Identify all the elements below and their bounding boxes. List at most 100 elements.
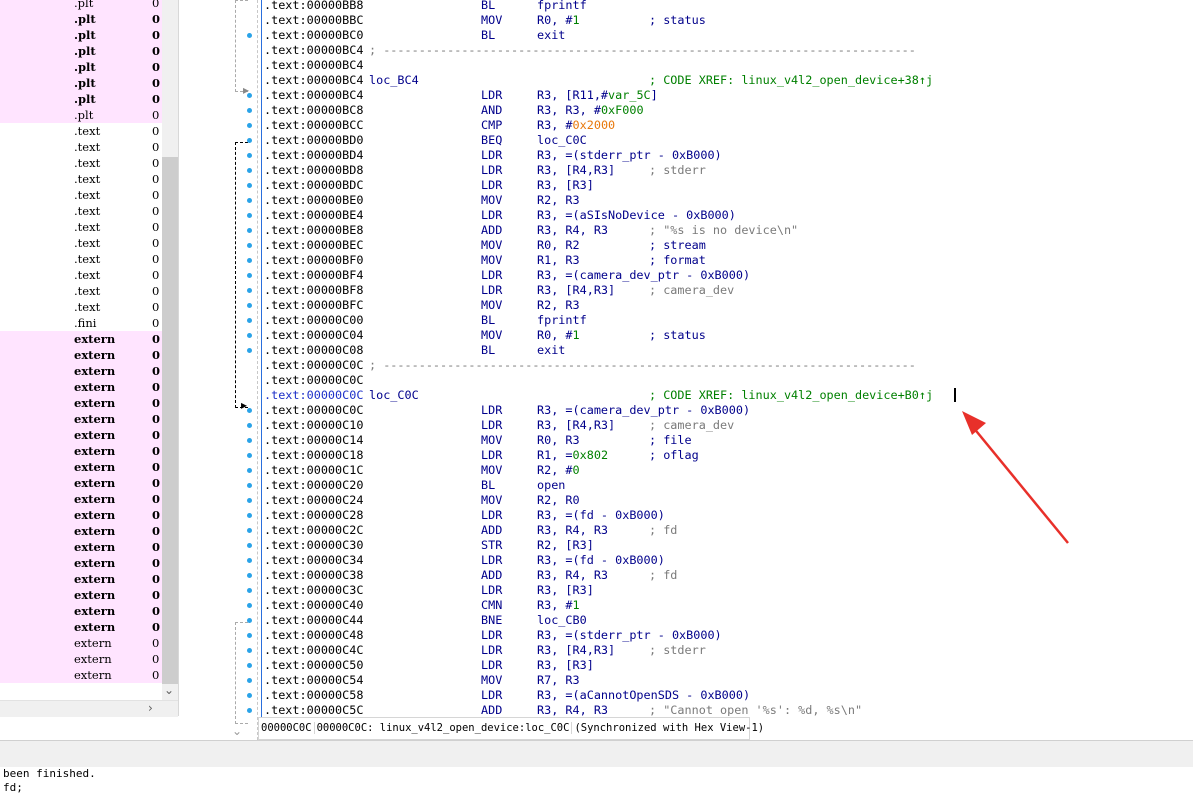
operands[interactable]: R3, #0x2000 (537, 118, 615, 133)
instruction-line[interactable]: .text:00000BCC CMP R3, #0x2000 (264, 118, 615, 133)
segment-row[interactable]: extern 0 (0, 459, 162, 475)
segment-row[interactable]: extern 0 (0, 395, 162, 411)
operands[interactable]: R3, R3, #0xF000 (537, 103, 644, 118)
instruction-line[interactable]: .text:00000C48 LDR R3, =(stderr_ptr - 0xB0… (264, 628, 722, 643)
instruction-line[interactable]: .text:00000BE0 MOV R2, R3 (264, 193, 580, 208)
operands[interactable]: R3, =(fd - 0xB000) (537, 508, 665, 523)
instruction-line[interactable]: .text:00000BC8 AND R3, R3, #0xF000 (264, 103, 644, 118)
instruction-line[interactable]: .text:00000BDC LDR R3, [R3] (264, 178, 594, 193)
segment-row[interactable]: .text 0 (0, 139, 162, 155)
instruction-line[interactable]: .text:00000C08 BL exit (264, 343, 565, 358)
instruction-line[interactable]: .text:00000C2C ADD R3, R4, R3 ; fd (264, 523, 677, 538)
operands[interactable]: fprintf (537, 0, 587, 13)
code-label[interactable]: loc_BC4 (369, 73, 419, 88)
segment-row[interactable]: .plt 0 (0, 107, 162, 123)
output-window[interactable]: been finished. fd; (0, 767, 1193, 795)
segment-row[interactable]: extern 0 (0, 379, 162, 395)
instruction-line[interactable]: .text:00000C5C ADD R3, R4, R3 ; "Cannot ope… (264, 703, 862, 716)
instruction-line[interactable]: .text:00000BE4 LDR R3, =(aSIsNoDevice - 0x… (264, 208, 736, 223)
instruction-line[interactable]: .text:00000BFC MOV R2, R3 (264, 298, 580, 313)
splitter[interactable] (0, 740, 1193, 768)
operands[interactable]: R3, [R4,R3] (537, 418, 615, 433)
operands[interactable]: exit (537, 28, 565, 43)
operands[interactable]: R3, [R3] (537, 178, 594, 193)
operands[interactable]: R3, [R3] (537, 583, 594, 598)
segment-row[interactable]: extern 0 (0, 427, 162, 443)
instruction-line[interactable]: .text:00000BF0 MOV R1, R3 ; format (264, 253, 706, 268)
segment-row[interactable]: extern 0 (0, 491, 162, 507)
instruction-line[interactable]: .text:00000BBC MOV R0, #1 ; status (264, 13, 706, 28)
segment-row[interactable]: extern 0 (0, 603, 162, 619)
instruction-line[interactable]: .text:00000C38 ADD R3, R4, R3 ; fd (264, 568, 677, 583)
operands[interactable]: R3, R4, R3 (537, 223, 608, 238)
segment-row[interactable]: extern 0 (0, 507, 162, 523)
segment-row[interactable]: .text 0 (0, 235, 162, 251)
segment-row[interactable]: extern 0 (0, 331, 162, 347)
segment-row[interactable]: extern 0 (0, 555, 162, 571)
segment-list-pane[interactable]: .plt 0 .plt 0 .plt 0 .plt 0 .plt 0 .plt 0 .plt 0 .plt 0… (0, 0, 179, 716)
segment-list-scroll-thumb[interactable] (162, 157, 178, 684)
instruction-line[interactable]: .text:00000BEC MOV R0, R2 ; stream (264, 238, 706, 253)
operands[interactable]: R2, [R3] (537, 538, 594, 553)
operands[interactable]: R3, #1 (537, 598, 580, 613)
instruction-line[interactable]: .text:00000C54 MOV R7, R3 (264, 673, 580, 688)
instruction-line[interactable]: .text:00000BC4 LDR R3, [R11,#var_5C] (264, 88, 658, 103)
operands[interactable]: R3, R4, R3 (537, 523, 608, 538)
operands[interactable]: loc_C0C (537, 133, 587, 148)
segment-row[interactable]: .plt 0 (0, 75, 162, 91)
segment-row[interactable]: extern 0 (0, 523, 162, 539)
operands[interactable]: exit (537, 343, 565, 358)
segment-row[interactable]: .text 0 (0, 187, 162, 203)
instruction-line[interactable]: .text:00000BE8 ADD R3, R4, R3 ; "%s is no d… (264, 223, 798, 238)
operands[interactable]: fprintf (537, 313, 587, 328)
segment-row[interactable]: .text 0 (0, 251, 162, 267)
segment-row[interactable]: .text 0 (0, 203, 162, 219)
segment-row[interactable]: extern 0 (0, 363, 162, 379)
operands[interactable]: R3, R4, R3 (537, 703, 608, 716)
operands[interactable]: R3, [R3] (537, 658, 594, 673)
segment-row[interactable]: .plt 0 (0, 11, 162, 27)
code-label-line[interactable]: .text:00000C0C loc_C0C ; CODE XREF: linux_… (264, 388, 933, 403)
operands[interactable]: R3, =(camera_dev_ptr - 0xB000) (537, 268, 750, 283)
segment-row[interactable]: .plt 0 (0, 27, 162, 43)
segment-row[interactable]: .plt 0 (0, 0, 162, 11)
separator-line[interactable]: .text:00000C0C ; ------------------------… (264, 358, 916, 373)
segment-row[interactable]: .plt 0 (0, 59, 162, 75)
instruction-line[interactable]: .text:00000C14 MOV R0, R3 ; file (264, 433, 692, 448)
segment-row[interactable]: .text 0 (0, 171, 162, 187)
segment-row[interactable]: .text 0 (0, 299, 162, 315)
segment-row[interactable]: .text 0 (0, 155, 162, 171)
instruction-line[interactable]: .text:00000C30 STR R2, [R3] (264, 538, 594, 553)
operands[interactable]: R3, =(camera_dev_ptr - 0xB000) (537, 403, 750, 418)
segment-row[interactable]: .text 0 (0, 123, 162, 139)
instruction-line[interactable]: .text:00000BD4 LDR R3, =(stderr_ptr - 0xB0… (264, 148, 722, 163)
operands[interactable]: R2, R3 (537, 298, 580, 313)
segment-row[interactable]: .text 0 (0, 219, 162, 235)
segment-row[interactable]: .plt 0 (0, 91, 162, 107)
segment-row[interactable]: .text 0 (0, 267, 162, 283)
instruction-line[interactable]: .text:00000C10 LDR R3, [R4,R3] ; camera_dev (264, 418, 734, 433)
instruction-line[interactable]: .text:00000C34 LDR R3, =(fd - 0xB000) (264, 553, 665, 568)
operands[interactable]: R3, R4, R3 (537, 568, 608, 583)
operands[interactable]: R0, #1 (537, 328, 580, 343)
instruction-line[interactable]: .text:00000C20 BL open (264, 478, 565, 493)
operands[interactable]: R0, R3 (537, 433, 580, 448)
instruction-line[interactable]: .text:00000C1C MOV R2, #0 (264, 463, 580, 478)
instruction-line[interactable]: .text:00000C50 LDR R3, [R3] (264, 658, 594, 673)
segment-row[interactable]: extern 0 (0, 475, 162, 491)
operands[interactable]: R3, =(stderr_ptr - 0xB000) (537, 628, 722, 643)
code-label[interactable]: loc_C0C (369, 388, 419, 403)
segment-row[interactable]: .text 0 (0, 283, 162, 299)
operands[interactable]: R3, =(aCannotOpenSDS - 0xB000) (537, 688, 750, 703)
operands[interactable]: R0, #1 (537, 13, 580, 28)
operands[interactable]: R3, [R4,R3] (537, 283, 615, 298)
operands[interactable]: R2, R0 (537, 493, 580, 508)
scroll-down-icon[interactable]: ⌄ (164, 683, 174, 697)
instruction-line[interactable]: .text:00000BC4 (264, 58, 363, 73)
operands[interactable]: R3, [R4,R3] (537, 643, 615, 658)
instruction-line[interactable]: .text:00000C3C LDR R3, [R3] (264, 583, 594, 598)
segment-row[interactable]: extern 0 (0, 651, 162, 667)
operands[interactable]: R7, R3 (537, 673, 580, 688)
instruction-line[interactable]: .text:00000C24 MOV R2, R0 (264, 493, 580, 508)
operands[interactable]: open (537, 478, 565, 493)
